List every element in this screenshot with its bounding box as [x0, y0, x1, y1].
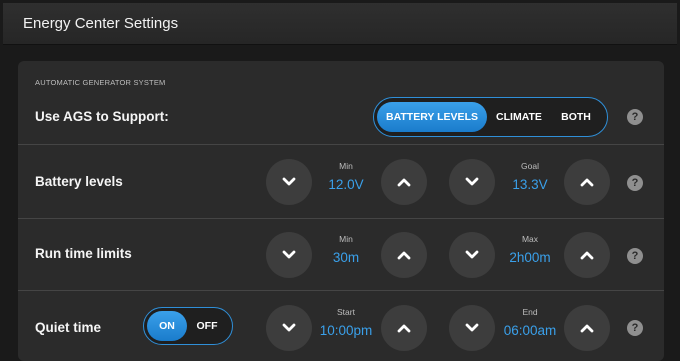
battery-min-increase-button[interactable]	[381, 159, 427, 205]
battery-levels-row: Battery levels Min 12.0V Goal 13.3V ?	[18, 145, 664, 219]
battery-goal-number: 13.3V	[512, 177, 548, 192]
runtime-min-caption: Min	[339, 234, 353, 244]
ags-option-both[interactable]: BOTH	[551, 102, 601, 132]
run-time-limits-label: Run time limits	[35, 246, 132, 261]
quiet-end-value: End 06:00am	[493, 307, 567, 338]
chevron-down-icon	[465, 250, 479, 259]
chevron-down-icon	[282, 323, 296, 332]
chevron-up-icon	[397, 324, 411, 333]
quiet-end-decrease-button[interactable]	[449, 305, 495, 351]
ags-support-selector: BATTERY LEVELS CLIMATE BOTH	[373, 97, 608, 137]
quiet-time-on-option[interactable]: ON	[147, 311, 187, 341]
battery-min-decrease-button[interactable]	[266, 159, 312, 205]
runtime-max-decrease-button[interactable]	[449, 232, 495, 278]
ags-option-climate[interactable]: CLIMATE	[487, 102, 551, 132]
ags-support-label: Use AGS to Support:	[35, 109, 169, 124]
runtime-min-increase-button[interactable]	[381, 232, 427, 278]
quiet-start-caption: Start	[337, 307, 355, 317]
chevron-up-icon	[580, 178, 594, 187]
quiet-time-toggle: ON OFF	[143, 307, 233, 345]
settings-panel: AUTOMATIC GENERATOR SYSTEM Use AGS to Su…	[18, 61, 664, 361]
runtime-max-caption: Max	[521, 234, 539, 244]
battery-goal-decrease-button[interactable]	[449, 159, 495, 205]
quiet-end-increase-button[interactable]	[564, 305, 610, 351]
chevron-down-icon	[282, 177, 296, 186]
battery-min-number: 12.0V	[328, 177, 364, 192]
help-icon[interactable]: ?	[627, 248, 643, 264]
runtime-min-decrease-button[interactable]	[266, 232, 312, 278]
chevron-down-icon	[465, 177, 479, 186]
quiet-start-value: Start 10:00pm	[309, 307, 383, 338]
quiet-time-row: Quiet time ON OFF Start 10:00pm End 06:0…	[18, 291, 664, 361]
window-title: Energy Center Settings	[3, 3, 677, 45]
quiet-start-number: 10:00pm	[319, 323, 373, 338]
runtime-min-number: 30m	[332, 250, 360, 265]
battery-levels-label: Battery levels	[35, 174, 123, 189]
chevron-up-icon	[397, 178, 411, 187]
chevron-down-icon	[465, 323, 479, 332]
runtime-max-number: 2h00m	[509, 250, 551, 265]
runtime-max-increase-button[interactable]	[564, 232, 610, 278]
run-time-limits-row: Run time limits Min 30m Max 2h00m ?	[18, 219, 664, 291]
quiet-time-label: Quiet time	[35, 320, 102, 335]
battery-goal-caption: Goal	[521, 161, 539, 171]
help-icon[interactable]: ?	[627, 175, 643, 191]
chevron-up-icon	[397, 251, 411, 260]
quiet-start-decrease-button[interactable]	[266, 305, 312, 351]
quiet-end-number: 06:00am	[503, 323, 557, 338]
chevron-up-icon	[580, 251, 594, 260]
battery-min-caption: Min	[339, 161, 353, 171]
quiet-time-off-option[interactable]: OFF	[187, 311, 227, 341]
runtime-max-value: Max 2h00m	[493, 234, 567, 265]
runtime-min-value: Min 30m	[309, 234, 383, 265]
section-label: AUTOMATIC GENERATOR SYSTEM	[35, 78, 166, 87]
chevron-down-icon	[282, 250, 296, 259]
battery-min-value: Min 12.0V	[309, 161, 383, 192]
ags-option-battery-levels[interactable]: BATTERY LEVELS	[377, 102, 487, 132]
quiet-start-increase-button[interactable]	[381, 305, 427, 351]
quiet-end-caption: End	[522, 307, 538, 317]
battery-goal-value: Goal 13.3V	[493, 161, 567, 192]
battery-goal-increase-button[interactable]	[564, 159, 610, 205]
chevron-up-icon	[580, 324, 594, 333]
help-icon[interactable]: ?	[627, 109, 643, 125]
ags-row: AUTOMATIC GENERATOR SYSTEM Use AGS to Su…	[18, 61, 664, 145]
help-icon[interactable]: ?	[627, 320, 643, 336]
